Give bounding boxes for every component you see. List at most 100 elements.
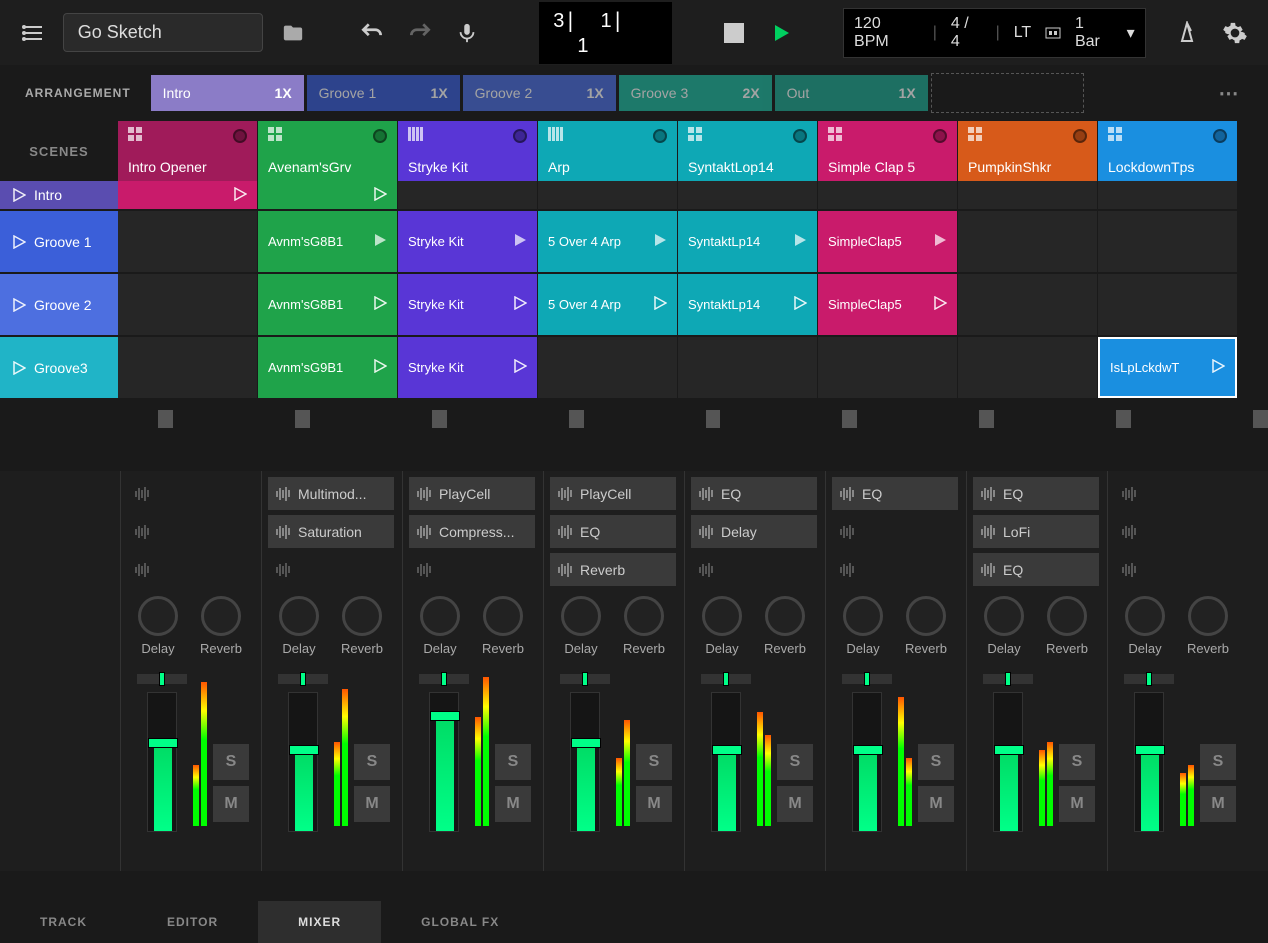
pan-slider-0[interactable] xyxy=(137,674,187,684)
stop-clip-6[interactable] xyxy=(979,410,994,428)
solo-button-6[interactable]: S xyxy=(1059,744,1095,780)
clip-empty-1-7[interactable] xyxy=(1098,211,1237,272)
clip-1-5[interactable]: SimpleClap5 xyxy=(818,211,957,272)
delay-knob-5[interactable] xyxy=(843,596,883,636)
clip-2-3[interactable]: 5 Over 4 Arp xyxy=(538,274,677,335)
fx-slot-3-1[interactable]: EQ xyxy=(550,515,676,548)
clip-1-1[interactable]: Avnm'sG8B1 xyxy=(258,211,397,272)
delay-knob-1[interactable] xyxy=(279,596,319,636)
record-arm-dot[interactable] xyxy=(513,129,527,143)
clip-empty-3-0[interactable] xyxy=(118,337,257,398)
pan-slider-5[interactable] xyxy=(842,674,892,684)
clip-1-3[interactable]: 5 Over 4 Arp xyxy=(538,211,677,272)
tab-global-fx[interactable]: GLOBAL FX xyxy=(381,901,539,943)
volume-fader-6[interactable] xyxy=(993,692,1023,832)
record-arm-dot[interactable] xyxy=(653,129,667,143)
fx-slot-6-2[interactable]: EQ xyxy=(973,553,1099,586)
fx-slot-4-1[interactable]: Delay xyxy=(691,515,817,548)
fx-slot-6-0[interactable]: EQ xyxy=(973,477,1099,510)
clip-empty-0-2[interactable] xyxy=(398,181,537,209)
solo-button-0[interactable]: S xyxy=(213,744,249,780)
volume-fader-4[interactable] xyxy=(711,692,741,832)
clip-2-5[interactable]: SimpleClap5 xyxy=(818,274,957,335)
reverb-knob-7[interactable] xyxy=(1188,596,1228,636)
transport-display[interactable]: 120 BPM | 4 / 4 | LT 1 Bar ▾ xyxy=(843,8,1146,58)
stop-clip-5[interactable] xyxy=(842,410,857,428)
clip-empty-0-3[interactable] xyxy=(538,181,677,209)
clip-empty-3-3[interactable] xyxy=(538,337,677,398)
solo-button-4[interactable]: S xyxy=(777,744,813,780)
clip-3-1[interactable]: Avnm'sG9B1 xyxy=(258,337,397,398)
clip-2-1[interactable]: Avnm'sG8B1 xyxy=(258,274,397,335)
pan-slider-2[interactable] xyxy=(419,674,469,684)
fx-slot-7-0[interactable] xyxy=(1114,477,1240,510)
fx-slot-5-2[interactable] xyxy=(832,553,958,586)
fx-slot-1-2[interactable] xyxy=(268,553,394,586)
clip-empty-1-6[interactable] xyxy=(958,211,1097,272)
mute-button-3[interactable]: M xyxy=(636,786,672,822)
mute-button-7[interactable]: M xyxy=(1200,786,1236,822)
record-arm-dot[interactable] xyxy=(233,129,247,143)
fx-slot-3-0[interactable]: PlayCell xyxy=(550,477,676,510)
mute-button-6[interactable]: M xyxy=(1059,786,1095,822)
clip-3-2[interactable]: Stryke Kit xyxy=(398,337,537,398)
scene-row-3[interactable]: Groove3 xyxy=(0,337,118,400)
record-arm-dot[interactable] xyxy=(793,129,807,143)
delay-knob-3[interactable] xyxy=(561,596,601,636)
pan-slider-1[interactable] xyxy=(278,674,328,684)
scene-row-1[interactable]: Groove 1 xyxy=(0,211,118,274)
stop-clip-0[interactable] xyxy=(158,410,173,428)
mute-button-1[interactable]: M xyxy=(354,786,390,822)
clip-empty-3-5[interactable] xyxy=(818,337,957,398)
reverb-knob-6[interactable] xyxy=(1047,596,1087,636)
arrangement-block-1[interactable]: Groove 11X xyxy=(307,75,460,111)
stop-clip-2[interactable] xyxy=(432,410,447,428)
reverb-knob-0[interactable] xyxy=(201,596,241,636)
tab-track[interactable]: TRACK xyxy=(0,901,127,943)
arrangement-block-0[interactable]: Intro1X xyxy=(151,75,304,111)
fx-slot-1-0[interactable]: Multimod... xyxy=(268,477,394,510)
fx-slot-4-2[interactable] xyxy=(691,553,817,586)
delay-knob-0[interactable] xyxy=(138,596,178,636)
clip-empty-0-6[interactable] xyxy=(958,181,1097,209)
delay-knob-7[interactable] xyxy=(1125,596,1165,636)
reverb-knob-5[interactable] xyxy=(906,596,946,636)
record-arm-dot[interactable] xyxy=(1213,129,1227,143)
solo-button-5[interactable]: S xyxy=(918,744,954,780)
solo-button-2[interactable]: S xyxy=(495,744,531,780)
clip-empty-2-7[interactable] xyxy=(1098,274,1237,335)
scene-row-0[interactable]: Intro xyxy=(0,181,118,211)
mute-button-2[interactable]: M xyxy=(495,786,531,822)
fx-slot-0-0[interactable] xyxy=(127,477,253,510)
track-header-5[interactable]: Simple Clap 5 xyxy=(818,121,957,181)
solo-button-7[interactable]: S xyxy=(1200,744,1236,780)
clip-empty-2-6[interactable] xyxy=(958,274,1097,335)
play-button[interactable] xyxy=(764,15,800,51)
clip-empty-0-4[interactable] xyxy=(678,181,817,209)
fx-slot-6-1[interactable]: LoFi xyxy=(973,515,1099,548)
record-arm-dot[interactable] xyxy=(1073,129,1087,143)
stop-clip-3[interactable] xyxy=(569,410,584,428)
more-icon[interactable]: ⋯ xyxy=(1212,75,1248,111)
stop-clip-7[interactable] xyxy=(1116,410,1131,428)
track-header-4[interactable]: SyntaktLop14 xyxy=(678,121,817,181)
delay-knob-4[interactable] xyxy=(702,596,742,636)
clip-empty-3-6[interactable] xyxy=(958,337,1097,398)
fx-slot-7-2[interactable] xyxy=(1114,553,1240,586)
delay-knob-2[interactable] xyxy=(420,596,460,636)
track-header-3[interactable]: Arp xyxy=(538,121,677,181)
volume-fader-2[interactable] xyxy=(429,692,459,832)
volume-fader-1[interactable] xyxy=(288,692,318,832)
menu-icon[interactable] xyxy=(15,15,51,51)
reverb-knob-2[interactable] xyxy=(483,596,523,636)
mute-button-4[interactable]: M xyxy=(777,786,813,822)
record-arm-dot[interactable] xyxy=(933,129,947,143)
track-header-1[interactable]: Avenam'sGrv xyxy=(258,121,397,181)
metronome-icon[interactable] xyxy=(1170,15,1206,51)
clip-0-0[interactable] xyxy=(118,181,257,209)
reverb-knob-3[interactable] xyxy=(624,596,664,636)
clip-empty-0-5[interactable] xyxy=(818,181,957,209)
volume-fader-5[interactable] xyxy=(852,692,882,832)
clip-1-4[interactable]: SyntaktLp14 xyxy=(678,211,817,272)
volume-fader-0[interactable] xyxy=(147,692,177,832)
